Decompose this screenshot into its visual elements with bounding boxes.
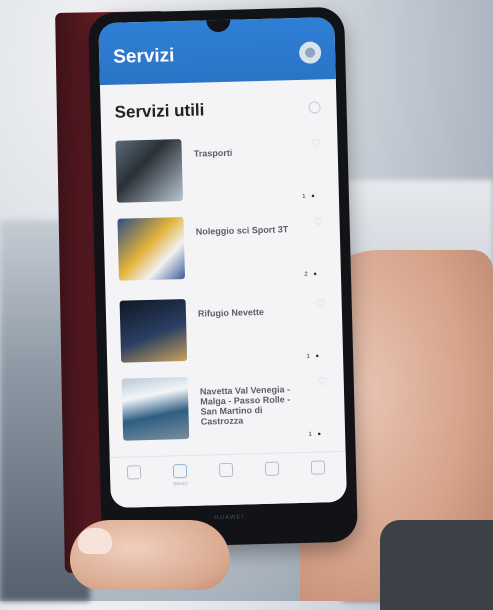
card-image: [117, 217, 186, 281]
nav-item-menu[interactable]: [298, 460, 338, 478]
phone: Servizi Servizi utili Trasporti ♡ 1 ● No…: [88, 6, 358, 549]
card-counter: 1 ●: [302, 193, 317, 200]
list-item[interactable]: Rifugio Nevette ♡ 1 ●: [119, 295, 332, 380]
services-icon: [172, 464, 188, 479]
bottom-navigation: Servizi: [109, 450, 347, 509]
card-counter: 1 ●: [308, 431, 324, 438]
section-title: Servizi utili: [114, 100, 205, 122]
map-icon: [264, 461, 280, 476]
card-title: Trasporti: [193, 147, 233, 159]
nav-item-label: [298, 477, 338, 478]
list-item[interactable]: Trasporti ♡ 1 ●: [115, 135, 327, 220]
nav-item-home[interactable]: [114, 465, 154, 483]
sleeve: [380, 520, 493, 610]
card-title: Noleggio sci Sport 3T: [195, 224, 289, 237]
heart-icon[interactable]: ♡: [313, 216, 325, 228]
card-image: [121, 376, 190, 441]
nav-item-label: Servizi: [172, 480, 188, 488]
nav-item-label: [206, 479, 246, 480]
nav-item-news[interactable]: [206, 462, 246, 480]
heart-icon[interactable]: ♡: [311, 138, 323, 150]
nav-item-label: [114, 482, 154, 483]
nav-item-map[interactable]: [252, 461, 292, 479]
card-counter: 1 ●: [306, 353, 322, 360]
card-counter: 2 ●: [304, 271, 320, 278]
list-item[interactable]: Navetta Val Venegia - Malga - Passo Roll…: [121, 373, 334, 458]
news-icon: [218, 462, 234, 478]
menu-icon: [310, 460, 326, 475]
nav-item-label: [252, 478, 292, 479]
favorite-icon[interactable]: [308, 101, 321, 114]
nav-item-services[interactable]: Servizi: [160, 464, 201, 488]
home-icon: [126, 465, 142, 480]
card-title: Navetta Val Venegia - Malga - Passo Roll…: [199, 384, 291, 427]
heart-icon[interactable]: ♡: [316, 298, 328, 310]
thumb-nail: [78, 528, 112, 554]
phone-screen: Servizi Servizi utili Trasporti ♡ 1 ● No…: [98, 16, 347, 509]
card-title: Rifugio Nevette: [197, 306, 265, 319]
heart-icon[interactable]: ♡: [318, 376, 330, 388]
card-image: [115, 139, 183, 203]
card-image: [119, 298, 188, 363]
app-title: Servizi: [112, 45, 175, 68]
settings-button[interactable]: [298, 41, 322, 64]
list-item[interactable]: Noleggio sci Sport 3T ♡ 2 ●: [117, 213, 329, 298]
